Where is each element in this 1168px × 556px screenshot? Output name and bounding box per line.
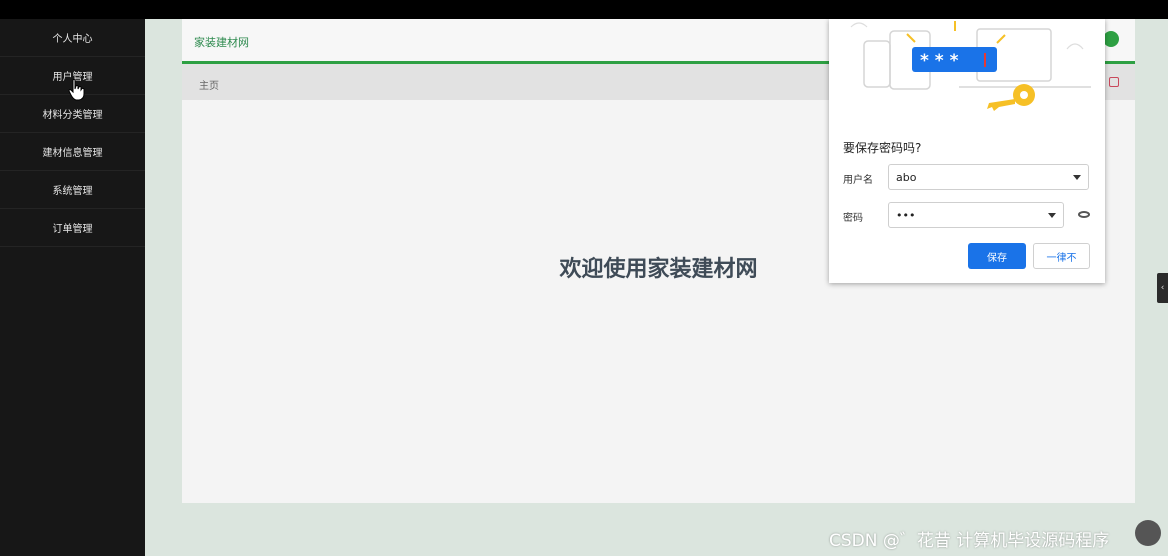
sidebar-item-order-management[interactable]: 订单管理: [0, 209, 145, 247]
user-avatar-icon[interactable]: [1103, 31, 1119, 47]
save-password-dialog: * * * 要保存密码吗? 用户名 abo 密码 ••• 保存 一律不: [829, 19, 1105, 283]
sidebar-item-label: 订单管理: [52, 224, 93, 235]
password-field[interactable]: •••: [888, 202, 1064, 228]
masked-password-text: * * *: [920, 51, 959, 71]
breadcrumb-home[interactable]: 主页: [199, 77, 219, 92]
username-label: 用户名: [843, 175, 873, 186]
dialog-title: 要保存密码吗?: [843, 141, 922, 155]
chevron-down-icon[interactable]: [1048, 213, 1056, 218]
sidebar-item-personal-center[interactable]: 个人中心: [0, 19, 145, 57]
watermark-text: CSDN @゛花昔 计算机毕设源码程序: [829, 531, 1110, 551]
eye-icon[interactable]: [1078, 211, 1090, 218]
password-key-illustration: * * *: [850, 21, 1091, 111]
home-icon[interactable]: [1109, 77, 1119, 87]
never-button[interactable]: 一律不: [1033, 243, 1090, 269]
sidebar-item-system-management[interactable]: 系统管理: [0, 171, 145, 209]
save-button[interactable]: 保存: [968, 243, 1026, 269]
password-value: •••: [896, 208, 916, 222]
password-label: 密码: [843, 213, 863, 224]
sidebar-item-label: 建材信息管理: [42, 148, 103, 159]
collapse-arrow-icon[interactable]: ‹: [1157, 273, 1168, 303]
hand-cursor-icon: [68, 79, 85, 101]
watermark-avatar-icon: [1135, 520, 1161, 546]
chevron-down-icon[interactable]: [1073, 175, 1081, 180]
sidebar-item-building-material-info[interactable]: 建材信息管理: [0, 133, 145, 171]
top-black-bar: [0, 0, 1168, 19]
site-brand[interactable]: 家装建材网: [194, 34, 249, 50]
sidebar-item-label: 个人中心: [52, 34, 93, 45]
username-value: abo: [896, 170, 917, 184]
username-field[interactable]: abo: [888, 164, 1089, 190]
sidebar-item-label: 系统管理: [52, 186, 93, 197]
sidebar-item-label: 材料分类管理: [42, 110, 103, 121]
